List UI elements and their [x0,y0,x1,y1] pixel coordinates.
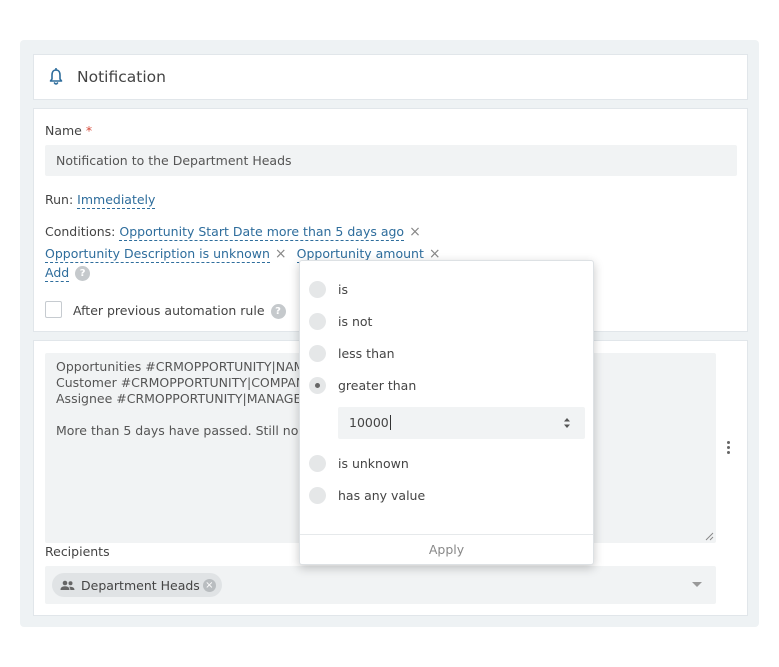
stepper-icon[interactable] [563,416,571,430]
conditions-label: Conditions: [45,224,116,239]
add-row: Add? [45,265,91,282]
users-icon [60,580,75,590]
condition-description[interactable]: Opportunity Description is unknown [45,246,270,263]
recipient-chip-label: Department Heads [81,577,200,593]
option-is-unknown[interactable]: is unknown [309,453,409,473]
help-icon[interactable]: ? [270,304,286,319]
more-options-icon[interactable] [727,441,731,455]
option-less-than[interactable]: less than [309,343,395,363]
add-condition-link[interactable]: Add [45,265,70,282]
run-row: Run: Immediately [45,192,156,209]
radio-is-unknown[interactable] [309,454,326,472]
after-previous-label: After previous automation rule [73,303,265,318]
run-value-link[interactable]: Immediately [77,192,156,209]
recipients-input[interactable]: Department Heads × [45,566,716,604]
resize-handle-icon[interactable] [705,532,714,541]
option-is-not[interactable]: is not [309,311,372,331]
amount-value: 10000 [349,415,389,430]
amount-number-input[interactable]: 10000 [338,407,585,439]
radio-has-any-value[interactable] [309,486,326,504]
help-icon[interactable]: ? [75,266,91,281]
remove-condition-start-date[interactable]: × [409,224,421,240]
notification-header: Notification [33,54,748,100]
panel-title: Notification [77,68,166,86]
condition-start-date[interactable]: Opportunity Start Date more than 5 days … [119,224,405,241]
after-previous-checkbox[interactable] [45,301,62,318]
conditions-row: Conditions: Opportunity Start Date more … [45,224,421,241]
condition-operator-dropdown: is is not less than greater than 10000 i… [299,260,594,565]
radio-greater-than[interactable] [309,376,326,394]
radio-is-not[interactable] [309,312,326,330]
run-label: Run: [45,192,74,207]
option-has-any-value[interactable]: has any value [309,485,425,505]
radio-less-than[interactable] [309,344,326,362]
recipient-chip[interactable]: Department Heads × [52,573,222,597]
radio-is[interactable] [309,280,326,298]
option-greater-than[interactable]: greater than [309,375,416,395]
remove-condition-description[interactable]: × [275,246,287,262]
apply-button[interactable]: Apply [300,534,593,564]
required-mark: * [85,123,93,138]
recipients-label: Recipients [45,544,110,559]
chevron-down-icon[interactable] [692,582,702,587]
name-input[interactable]: Notification to the Department Heads [45,145,737,176]
remove-recipient-icon[interactable]: × [202,578,216,592]
after-previous-row: After previous automation rule? [73,303,286,319]
option-is[interactable]: is [309,279,348,299]
bell-icon [49,68,63,85]
name-label: Name * [45,123,93,138]
